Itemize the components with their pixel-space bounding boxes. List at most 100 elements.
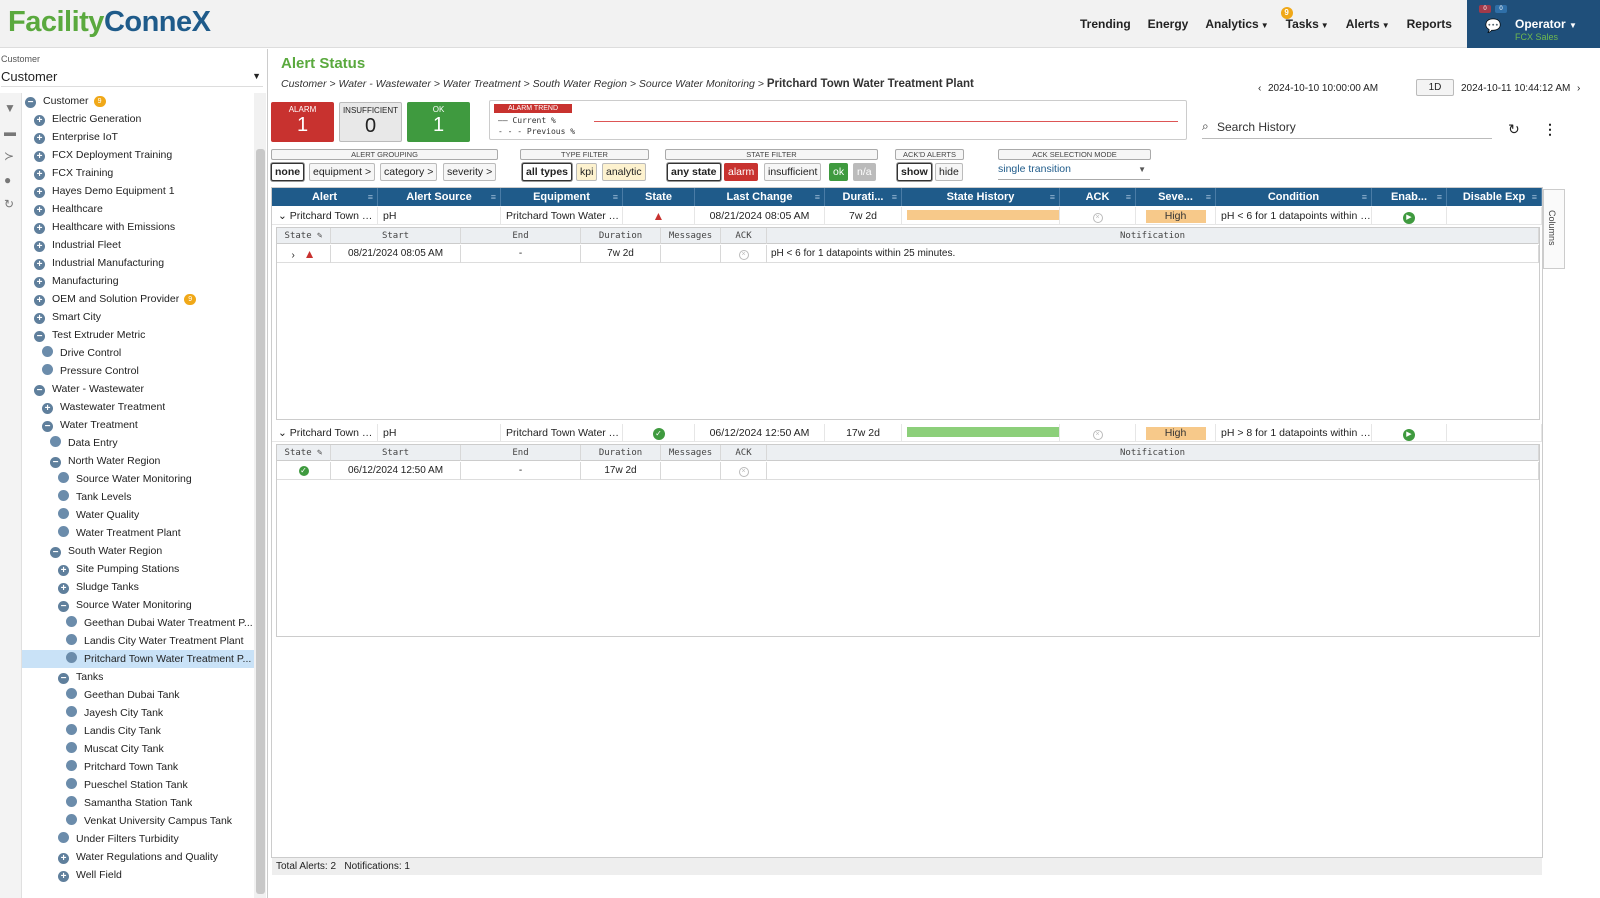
expand-icon[interactable]: + xyxy=(34,313,45,324)
column-menu-icon[interactable]: ≡ xyxy=(613,188,618,206)
tree-node[interactable]: + FCX Training xyxy=(22,164,254,182)
expand-icon[interactable]: + xyxy=(34,295,45,306)
tree-node[interactable]: Drive Control xyxy=(22,344,254,362)
prev-range-icon[interactable]: ‹ xyxy=(1258,83,1261,94)
expand-icon[interactable]: + xyxy=(58,871,69,882)
collapse-icon[interactable]: − xyxy=(50,547,61,558)
detail-column-header[interactable]: Notification xyxy=(767,445,1539,461)
tree-node[interactable]: Data Entry xyxy=(22,434,254,452)
tree-node[interactable]: + Site Pumping Stations xyxy=(22,560,254,578)
columns-panel-toggle[interactable]: Columns xyxy=(1543,189,1565,269)
expand-icon[interactable]: + xyxy=(34,259,45,270)
chevron-right-icon[interactable]: › xyxy=(292,250,298,261)
tree-node[interactable]: + Healthcare with Emissions xyxy=(22,218,254,236)
state-ok[interactable]: ok xyxy=(829,163,849,181)
tree-node[interactable]: + Water Regulations and Quality xyxy=(22,848,254,866)
collapse-icon[interactable]: − xyxy=(34,331,45,342)
detail-row[interactable]: ✓ 06/12/2024 12:50 AM -17w 2d × xyxy=(277,462,1539,480)
expand-icon[interactable]: + xyxy=(58,583,69,594)
tree-node[interactable]: − Customer 9 xyxy=(22,93,254,110)
expand-icon[interactable]: + xyxy=(34,241,45,252)
wrench-icon[interactable]: ✎ xyxy=(312,231,322,241)
tree-node[interactable]: + Wastewater Treatment xyxy=(22,398,254,416)
column-header[interactable]: Seve... ≡ xyxy=(1136,188,1216,206)
expand-icon[interactable]: + xyxy=(58,853,69,864)
column-header[interactable]: Durati... ≡ xyxy=(825,188,902,206)
tree-node[interactable]: − Water Treatment xyxy=(22,416,254,434)
expand-icon[interactable]: + xyxy=(34,133,45,144)
tree-node[interactable]: + Sludge Tanks xyxy=(22,578,254,596)
collapse-icon[interactable]: − xyxy=(34,385,45,396)
tree-node[interactable]: + Electric Generation xyxy=(22,110,254,128)
detail-column-header[interactable]: Start xyxy=(331,445,461,461)
tree-node[interactable]: Pueschel Station Tank xyxy=(22,776,254,794)
column-header[interactable]: Last Change ≡ xyxy=(695,188,825,206)
tree-node[interactable]: Muscat City Tank xyxy=(22,740,254,758)
detail-column-header[interactable]: ACK xyxy=(721,228,767,244)
detail-column-header[interactable]: ACK xyxy=(721,445,767,461)
detail-column-header[interactable]: Duration xyxy=(581,228,661,244)
nav-alerts[interactable]: Alerts ▼ xyxy=(1346,17,1390,31)
column-menu-icon[interactable]: ≡ xyxy=(368,188,373,206)
detail-column-header[interactable]: Duration xyxy=(581,445,661,461)
column-header[interactable]: Condition ≡ xyxy=(1216,188,1372,206)
tree-node[interactable]: Venkat University Campus Tank xyxy=(22,812,254,830)
column-header[interactable]: Equipment ≡ xyxy=(501,188,623,206)
tree-node[interactable]: − South Water Region xyxy=(22,542,254,560)
column-menu-icon[interactable]: ≡ xyxy=(815,188,820,206)
column-menu-icon[interactable]: ≡ xyxy=(1050,188,1055,206)
tree-scrollbar[interactable] xyxy=(254,93,266,898)
sync-icon[interactable]: ↻ xyxy=(4,197,14,211)
more-options-icon[interactable]: ⋮ xyxy=(1543,121,1557,138)
tree-node[interactable]: + Manufacturing xyxy=(22,272,254,290)
type-all[interactable]: all types xyxy=(522,163,573,181)
collapse-icon[interactable]: − xyxy=(42,421,53,432)
alert-row[interactable]: ⌄ Pritchard Town WT... pH Pritchard Town W… xyxy=(272,424,1542,442)
tree-node[interactable]: Pritchard Town Tank xyxy=(22,758,254,776)
column-header[interactable]: Disable Exp ≡ xyxy=(1447,188,1542,206)
tree-node[interactable]: Source Water Monitoring xyxy=(22,470,254,488)
alert-row[interactable]: ⌄ Pritchard Town WT... pH Pritchard Town W… xyxy=(272,207,1542,225)
detail-column-header[interactable]: State ✎ xyxy=(277,445,331,461)
chevron-down-icon[interactable]: ⌄ xyxy=(278,427,290,439)
tree-node[interactable]: + Smart City xyxy=(22,308,254,326)
alarm-count-box[interactable]: ALARM 1 xyxy=(271,102,334,142)
column-header[interactable]: ACK ≡ xyxy=(1060,188,1136,206)
date-from[interactable]: 2024-10-10 10:00:00 AM xyxy=(1268,83,1378,94)
detail-column-header[interactable]: End xyxy=(461,228,581,244)
column-header[interactable]: State xyxy=(623,188,695,206)
tree-node[interactable]: + Healthcare xyxy=(22,200,254,218)
column-header[interactable]: State History ≡ xyxy=(902,188,1060,206)
ok-count-box[interactable]: OK 1 xyxy=(407,102,470,142)
grouping-severity[interactable]: severity > xyxy=(443,163,497,181)
state-na[interactable]: n/a xyxy=(853,163,876,181)
expand-icon[interactable]: + xyxy=(34,223,45,234)
state-any[interactable]: any state xyxy=(667,163,721,181)
tree-node[interactable]: Pressure Control xyxy=(22,362,254,380)
tree-node[interactable]: + Enterprise IoT xyxy=(22,128,254,146)
column-menu-icon[interactable]: ≡ xyxy=(1532,188,1537,206)
tree-node[interactable]: + Industrial Manufacturing xyxy=(22,254,254,272)
collapse-icon[interactable]: − xyxy=(50,457,61,468)
detail-column-header[interactable]: Start xyxy=(331,228,461,244)
tree-node[interactable]: Water Treatment Plant xyxy=(22,524,254,542)
date-to[interactable]: 2024-10-11 10:44:12 AM xyxy=(1461,83,1570,94)
minus-square-icon[interactable]: ▬ xyxy=(4,125,16,139)
range-button[interactable]: 1D xyxy=(1416,79,1454,96)
next-range-icon[interactable]: › xyxy=(1577,83,1580,94)
tree-node[interactable]: Jayesh City Tank xyxy=(22,704,254,722)
detail-row[interactable]: › ▲ 08/21/2024 08:05 AM -7w 2d × pH < 6 for … xyxy=(277,245,1539,263)
ack-mode-select[interactable]: single transition ▼ xyxy=(998,163,1150,180)
ackd-hide[interactable]: hide xyxy=(935,163,963,181)
settings-icon[interactable]: ● xyxy=(4,173,11,187)
terminal-icon[interactable]: ≻ xyxy=(4,149,14,163)
chat-icon[interactable]: 💬 xyxy=(1485,18,1501,34)
type-analytic[interactable]: analytic xyxy=(602,163,646,181)
column-menu-icon[interactable]: ≡ xyxy=(1437,188,1442,206)
tree-node[interactable]: + FCX Deployment Training xyxy=(22,146,254,164)
detail-column-header[interactable]: State ✎ xyxy=(277,228,331,244)
chevron-down-icon[interactable]: ⌄ xyxy=(278,210,290,222)
detail-column-header[interactable]: Notification xyxy=(767,228,1539,244)
column-header[interactable]: Alert Source ≡ xyxy=(378,188,501,206)
ack-icon[interactable]: × xyxy=(738,250,749,260)
